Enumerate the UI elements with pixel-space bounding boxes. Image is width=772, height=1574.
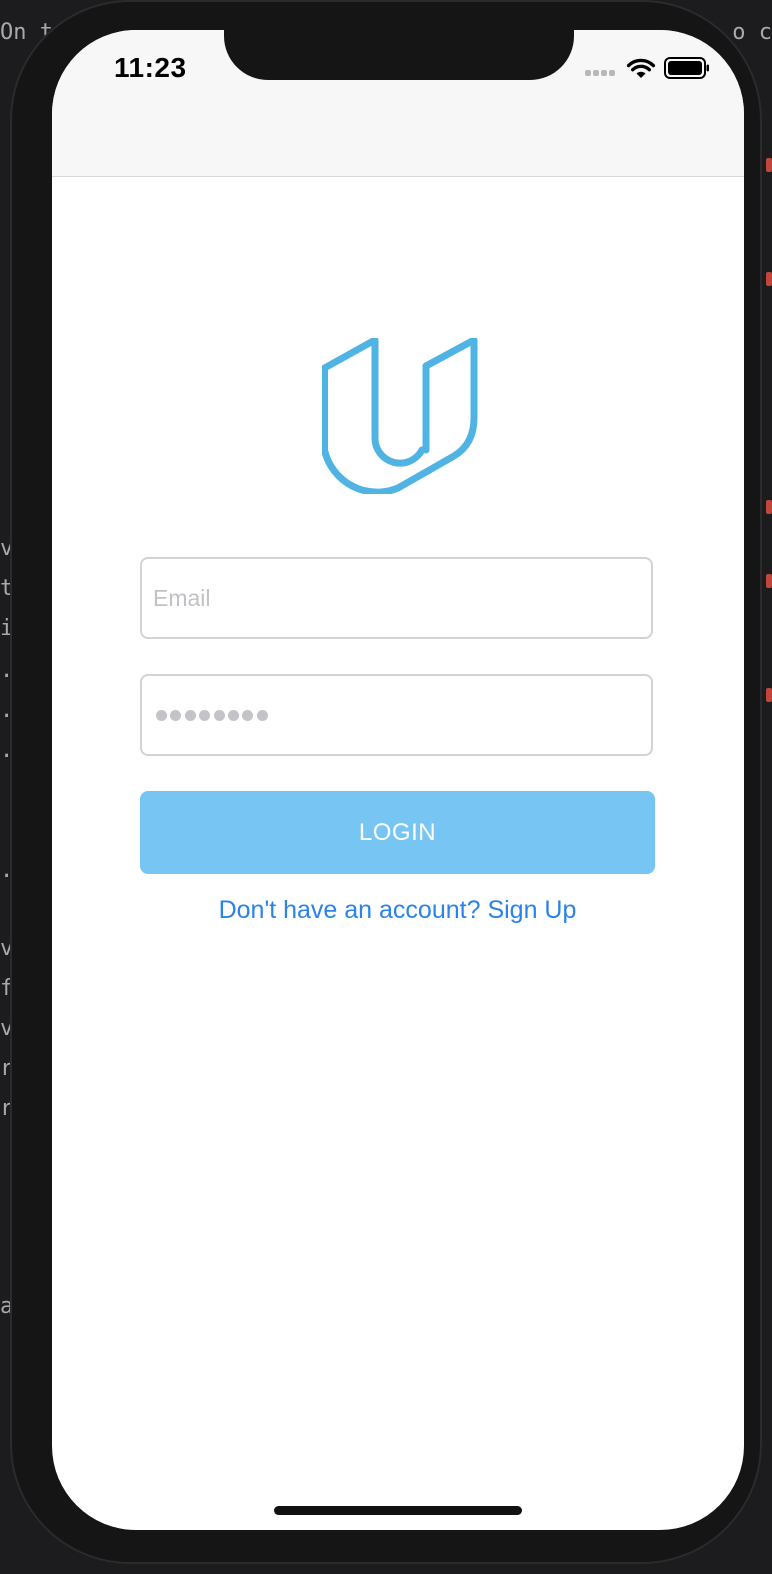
udacity-logo — [322, 338, 478, 494]
status-time: 11:23 — [114, 52, 187, 83]
wifi-icon — [626, 58, 656, 78]
device-notch — [224, 30, 574, 80]
background-marker — [766, 500, 772, 514]
password-field[interactable] — [140, 674, 653, 756]
background-marker — [766, 574, 772, 588]
phone-frame: 11:23 Email LOGIN Don't have an account?… — [10, 0, 762, 1564]
signal-icon — [585, 70, 617, 78]
password-dot — [199, 710, 211, 721]
email-placeholder: Email — [153, 585, 211, 611]
password-dot — [170, 710, 182, 721]
password-dot — [156, 710, 167, 721]
battery-icon — [664, 57, 709, 79]
background-marker — [766, 688, 772, 702]
app-screen: 11:23 Email LOGIN Don't have an account?… — [52, 30, 744, 1530]
login-button[interactable]: LOGIN — [140, 791, 655, 874]
email-field[interactable]: Email — [140, 557, 653, 639]
password-dot — [256, 710, 268, 721]
password-dot — [184, 710, 196, 721]
background-marker — [766, 158, 772, 172]
background-marker — [766, 272, 772, 286]
password-dot — [242, 710, 254, 721]
password-dot — [227, 710, 239, 721]
signup-link[interactable]: Don't have an account? Sign Up — [140, 896, 655, 925]
password-mask — [156, 710, 271, 722]
password-dot — [213, 710, 225, 721]
home-indicator — [274, 1506, 522, 1515]
